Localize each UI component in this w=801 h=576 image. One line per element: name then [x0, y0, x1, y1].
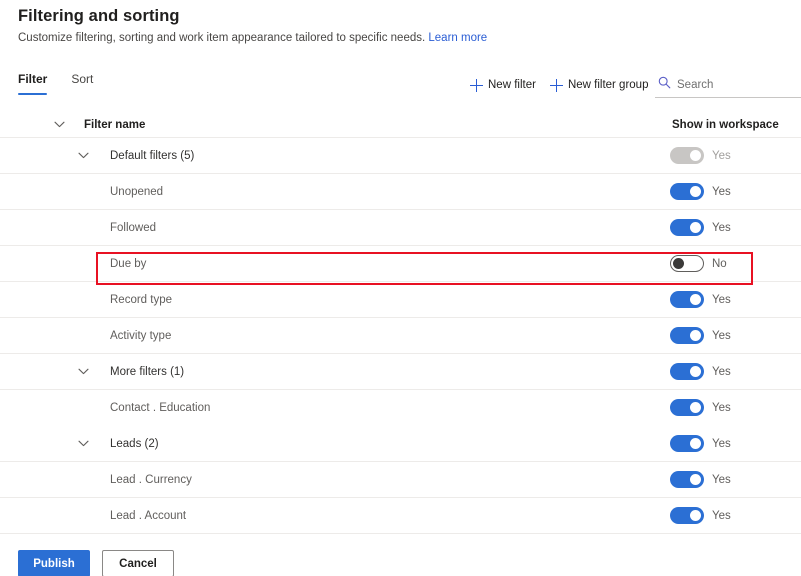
table-row-highlighted[interactable]: Due by No [0, 246, 801, 282]
toggle-knob [690, 330, 701, 341]
show-in-workspace-toggle[interactable] [670, 471, 704, 488]
row-workspace-cell: Yes [670, 327, 731, 344]
show-in-workspace-toggle[interactable] [670, 219, 704, 236]
table-row[interactable]: Record type Yes [0, 282, 801, 318]
tab-sort[interactable]: Sort [71, 72, 93, 95]
plus-icon [549, 78, 563, 92]
toggle-knob [690, 222, 701, 233]
new-filter-group-label: New filter group [567, 79, 649, 91]
row-label: Activity type [110, 329, 172, 342]
page-subtitle: Customize filtering, sorting and work it… [18, 32, 487, 44]
toggle-label: Yes [712, 221, 731, 234]
show-in-workspace-toggle[interactable] [670, 435, 704, 452]
row-label: More filters (1) [110, 365, 185, 378]
toggle-knob [673, 258, 684, 269]
table-header-row: Filter name Show in workspace [0, 112, 801, 138]
table-row[interactable]: Contact . Education Yes [0, 390, 801, 426]
search-box[interactable] [655, 72, 801, 98]
show-in-workspace-toggle[interactable] [670, 147, 704, 164]
row-workspace-cell: Yes [670, 183, 731, 200]
column-header-filter-name: Filter name [84, 118, 146, 131]
footer-actions: Publish Cancel [18, 550, 174, 576]
new-filter-button[interactable]: New filter [470, 78, 536, 92]
toggle-label: Yes [712, 509, 731, 522]
chevron-down-icon[interactable] [52, 118, 66, 132]
table-row[interactable]: Lead . Currency Yes [0, 462, 801, 498]
toggle-label: Yes [712, 329, 731, 342]
row-workspace-cell: Yes [670, 507, 731, 524]
toggle-knob [690, 150, 701, 161]
toggle-knob [690, 510, 701, 521]
cancel-button[interactable]: Cancel [102, 550, 174, 576]
show-in-workspace-toggle[interactable] [670, 363, 704, 380]
row-label: Default filters (5) [110, 149, 195, 162]
toggle-knob [690, 186, 701, 197]
tab-list: Filter Sort [18, 72, 93, 95]
show-in-workspace-toggle[interactable] [670, 507, 704, 524]
row-label: Due by [110, 257, 147, 270]
toggle-label: No [712, 257, 727, 270]
table-row[interactable]: Activity type Yes [0, 318, 801, 354]
row-label: Followed [110, 221, 157, 234]
table-row[interactable]: Default filters (5) Yes [0, 138, 801, 174]
table-row[interactable]: Lead . Account Yes [0, 498, 801, 534]
new-filter-label: New filter [488, 79, 536, 91]
toggle-label: Yes [712, 185, 731, 198]
toggle-knob [690, 294, 701, 305]
plus-icon [470, 78, 483, 92]
table-row[interactable]: Leads (2) Yes [0, 426, 801, 462]
page-subtitle-text: Customize filtering, sorting and work it… [18, 32, 426, 44]
row-label: Lead . Account [110, 509, 187, 522]
row-label: Unopened [110, 185, 164, 198]
row-label: Lead . Currency [110, 473, 192, 486]
filtering-and-sorting-page: Filtering and sorting Customize filterin… [0, 0, 801, 576]
toggle-knob [690, 474, 701, 485]
show-in-workspace-toggle[interactable] [670, 327, 704, 344]
search-input[interactable] [677, 78, 785, 91]
toggle-label: Yes [712, 473, 731, 486]
show-in-workspace-toggle[interactable] [670, 291, 704, 308]
row-workspace-cell: Yes [670, 291, 731, 308]
toggle-label: Yes [712, 401, 731, 414]
show-in-workspace-toggle[interactable] [670, 183, 704, 200]
publish-button[interactable]: Publish [18, 550, 90, 576]
tab-filter[interactable]: Filter [18, 72, 48, 95]
toggle-label: Yes [712, 437, 731, 450]
search-icon [658, 76, 671, 94]
show-in-workspace-toggle[interactable] [670, 399, 704, 416]
learn-more-link[interactable]: Learn more [428, 32, 487, 44]
toggle-label: Yes [712, 365, 731, 378]
row-workspace-cell: Yes [670, 219, 731, 236]
toggle-label: Yes [712, 293, 731, 306]
row-label: Leads (2) [110, 437, 159, 450]
show-in-workspace-toggle[interactable] [670, 255, 704, 272]
page-title: Filtering and sorting [18, 7, 180, 25]
row-workspace-cell: Yes [670, 471, 731, 488]
toggle-knob [690, 438, 701, 449]
toggle-label: Yes [712, 149, 731, 162]
chevron-down-icon[interactable] [76, 149, 90, 163]
row-label: Contact . Education [110, 401, 211, 414]
row-workspace-cell: Yes [670, 363, 731, 380]
chevron-down-icon[interactable] [76, 365, 90, 379]
row-workspace-cell: No [670, 255, 727, 272]
toggle-knob [690, 366, 701, 377]
row-label: Record type [110, 293, 173, 306]
row-workspace-cell: Yes [670, 435, 731, 452]
table-row[interactable]: More filters (1) Yes [0, 354, 801, 390]
toggle-knob [690, 402, 701, 413]
row-workspace-cell: Yes [670, 399, 731, 416]
chevron-down-icon[interactable] [76, 437, 90, 451]
new-filter-group-button[interactable]: New filter group [549, 78, 649, 92]
table-row[interactable]: Followed Yes [0, 210, 801, 246]
column-header-show-in-workspace: Show in workspace [672, 118, 779, 131]
row-workspace-cell: Yes [670, 147, 731, 164]
command-bar: New filter New filter group [470, 74, 648, 96]
table-row[interactable]: Unopened Yes [0, 174, 801, 210]
filters-table: Filter name Show in workspace Default fi… [0, 112, 801, 534]
